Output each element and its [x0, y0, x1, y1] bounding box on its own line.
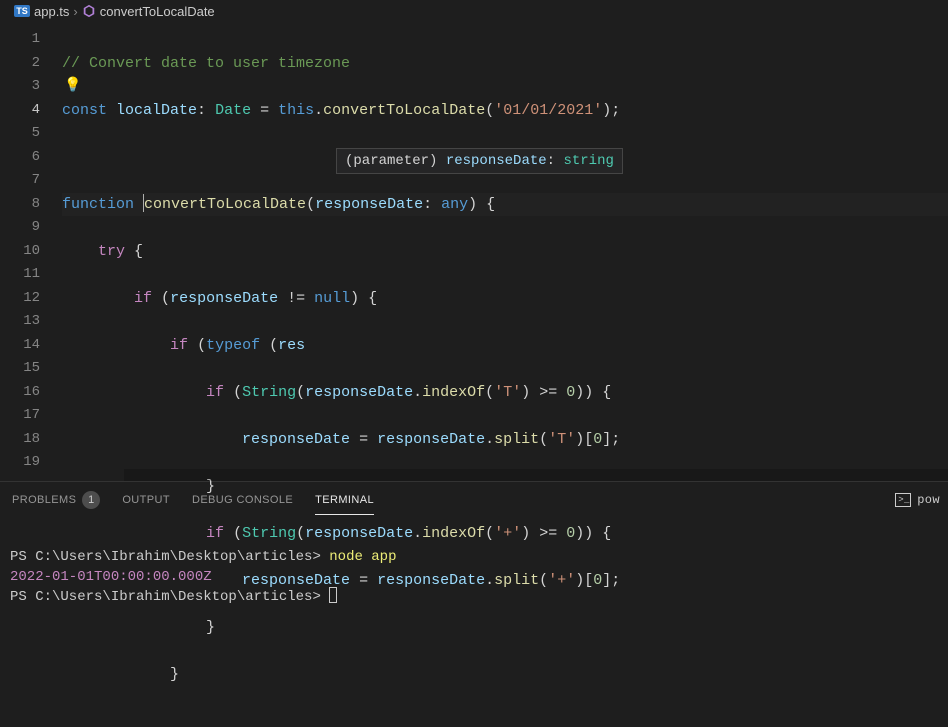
chevron-right-icon: › [73, 4, 77, 19]
tab-output[interactable]: OUTPUT [122, 486, 170, 514]
tab-debug-console[interactable]: DEBUG CONSOLE [192, 486, 293, 514]
hover-tooltip: (parameter) responseDate: string [336, 148, 623, 174]
code-editor[interactable]: 💡 1 2 3 4 5 6 7 8 9 10 11 12 13 14 15 16… [0, 22, 948, 481]
method-icon [82, 4, 96, 18]
terminal-shell-label: pow [917, 493, 940, 507]
typescript-file-icon: TS [14, 5, 30, 17]
breadcrumb-symbol[interactable]: convertToLocalDate [100, 4, 215, 19]
terminal-shell-picker[interactable]: >_ pow [895, 493, 940, 507]
tab-problems[interactable]: PROBLEMS 1 [12, 483, 100, 517]
breadcrumb-file[interactable]: app.ts [34, 4, 69, 19]
tab-terminal[interactable]: TERMINAL [315, 486, 374, 515]
code-area[interactable]: // Convert date to user timezone const l… [62, 22, 948, 481]
breadcrumb: TS app.ts › convertToLocalDate [0, 0, 948, 22]
problems-count-badge: 1 [82, 491, 100, 509]
panel-tabbar: PROBLEMS 1 OUTPUT DEBUG CONSOLE TERMINAL… [0, 482, 948, 517]
terminal-icon: >_ [895, 493, 911, 507]
line-number-gutter: 1 2 3 4 5 6 7 8 9 10 11 12 13 14 15 16 1… [0, 22, 62, 481]
